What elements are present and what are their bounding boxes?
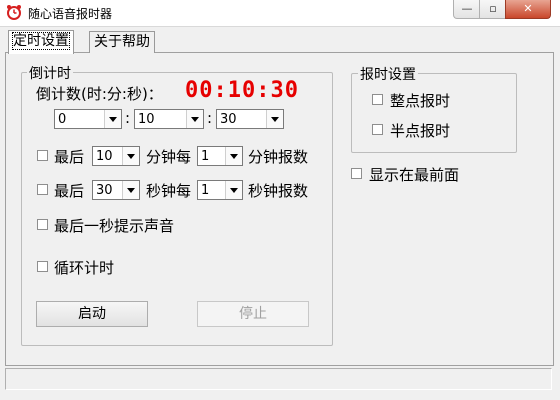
second-interval-value: 1 — [201, 183, 210, 198]
stop-button[interactable]: 停止 — [197, 301, 309, 327]
countdown-display: 00:10:30 — [185, 78, 299, 103]
hourly-report-group — [351, 73, 517, 153]
half-hour-label: 半点报时 — [390, 122, 451, 140]
second-report-prefix: 最后 — [54, 182, 85, 200]
minute-report-suffix: 分钟报数 — [248, 148, 309, 166]
half-hour-checkbox[interactable] — [372, 124, 383, 135]
always-on-top-checkbox[interactable] — [351, 168, 362, 179]
chevron-down-icon — [122, 147, 139, 165]
always-on-top-label: 显示在最前面 — [369, 166, 460, 184]
time-separator: : — [207, 109, 213, 127]
last-second-sound-label: 最后一秒提示声音 — [54, 217, 175, 235]
alarm-clock-icon — [7, 5, 21, 20]
minutes-select[interactable]: 10 — [134, 109, 204, 129]
countdown-format-label: 倒计数(时:分:秒)： — [36, 85, 163, 103]
close-button[interactable]: ✕ — [505, 0, 551, 19]
second-report-suffix: 秒钟报数 — [248, 182, 309, 200]
hours-select[interactable]: 0 — [54, 109, 122, 129]
last-second-sound-checkbox[interactable] — [37, 219, 48, 230]
minute-count-value: 10 — [96, 149, 113, 164]
second-report-checkbox[interactable] — [37, 184, 48, 195]
second-count-select[interactable]: 30 — [92, 180, 140, 200]
minute-report-prefix: 最后 — [54, 148, 85, 166]
countdown-group-label: 倒计时 — [27, 63, 73, 83]
second-interval-select[interactable]: 1 — [197, 180, 243, 200]
on-the-hour-label: 整点报时 — [390, 92, 451, 110]
tab-about-help[interactable]: 关于帮助 — [89, 31, 155, 53]
start-button[interactable]: 启动 — [36, 301, 148, 327]
chevron-down-icon — [104, 110, 121, 128]
second-count-value: 30 — [96, 183, 113, 198]
minute-interval-value: 1 — [201, 149, 210, 164]
loop-timer-checkbox[interactable] — [37, 261, 48, 272]
minimize-button[interactable]: — — [453, 0, 481, 19]
window-title: 随心语音报时器 — [28, 7, 113, 21]
chevron-down-icon — [186, 110, 203, 128]
chevron-down-icon — [225, 181, 242, 199]
second-report-mid: 秒钟每 — [146, 182, 192, 200]
maximize-button[interactable]: ▫ — [479, 0, 507, 19]
hours-value: 0 — [58, 112, 67, 127]
on-the-hour-checkbox[interactable] — [372, 94, 383, 105]
chevron-down-icon — [266, 110, 283, 128]
tab-timer-settings[interactable]: 定时设置 — [8, 30, 74, 54]
minute-report-checkbox[interactable] — [37, 150, 48, 161]
loop-timer-label: 循环计时 — [54, 259, 115, 277]
hourly-report-group-label: 报时设置 — [358, 64, 418, 84]
tab-timer-settings-label: 定时设置 — [12, 32, 70, 50]
minutes-value: 10 — [138, 112, 155, 127]
seconds-select[interactable]: 30 — [216, 109, 284, 129]
minute-count-select[interactable]: 10 — [92, 146, 140, 166]
seconds-value: 30 — [220, 112, 237, 127]
chevron-down-icon — [122, 181, 139, 199]
chevron-down-icon — [225, 147, 242, 165]
time-separator: : — [125, 109, 131, 127]
status-bar — [5, 368, 552, 390]
minute-interval-select[interactable]: 1 — [197, 146, 243, 166]
minute-report-mid: 分钟每 — [146, 148, 192, 166]
